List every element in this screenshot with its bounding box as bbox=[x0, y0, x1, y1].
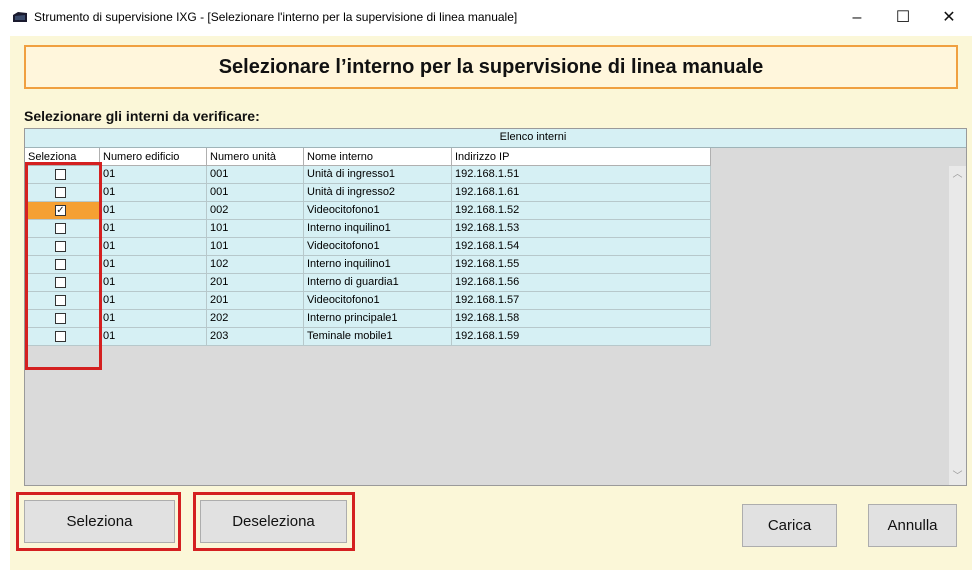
cell-building: 01 bbox=[100, 166, 207, 184]
ixg-app-icon bbox=[13, 12, 27, 22]
table-row[interactable]: 01 101 Videocitofono1 192.168.1.54 bbox=[25, 238, 711, 256]
column-header-building[interactable]: Numero edificio bbox=[100, 148, 207, 166]
title-bar: Strumento di supervisione IXG - [Selezio… bbox=[0, 0, 972, 36]
scroll-up-icon[interactable]: ︿ bbox=[949, 166, 966, 183]
cell-name: Videocitofono1 bbox=[304, 292, 452, 310]
maximize-button[interactable]: ☐ bbox=[880, 4, 926, 32]
page-title: Selezionare l’interno per la supervision… bbox=[218, 56, 764, 78]
cell-building: 01 bbox=[100, 292, 207, 310]
select-button-highlight bbox=[16, 492, 181, 551]
close-button[interactable]: ✕ bbox=[926, 4, 972, 32]
checkbox-column-highlight bbox=[25, 162, 102, 370]
instructions-label: Selezionare gli interni da verificare: bbox=[24, 108, 260, 124]
cell-building: 01 bbox=[100, 310, 207, 328]
cell-building: 01 bbox=[100, 202, 207, 220]
column-header-name[interactable]: Nome interno bbox=[304, 148, 452, 166]
extensions-grid: Elenco interni Seleziona Numero edificio… bbox=[24, 128, 967, 486]
group-header-label: Elenco interni bbox=[499, 131, 567, 143]
deselect-button-highlight bbox=[193, 492, 355, 551]
cell-unit: 201 bbox=[207, 274, 304, 292]
cell-unit: 101 bbox=[207, 238, 304, 256]
cell-unit: 201 bbox=[207, 292, 304, 310]
cell-ip: 192.168.1.55 bbox=[452, 256, 711, 274]
column-header-ip[interactable]: Indirizzo IP bbox=[452, 148, 711, 166]
cell-building: 01 bbox=[100, 256, 207, 274]
table-row[interactable]: 01 102 Interno inquilino1 192.168.1.55 bbox=[25, 256, 711, 274]
cell-name: Interno di guardia1 bbox=[304, 274, 452, 292]
cell-ip: 192.168.1.56 bbox=[452, 274, 711, 292]
vertical-scrollbar[interactable]: ︿ ﹀ bbox=[949, 166, 966, 485]
load-button[interactable]: Carica bbox=[742, 504, 837, 547]
page-header: Selezionare l’interno per la supervision… bbox=[24, 45, 958, 89]
table-row[interactable]: 01 201 Interno di guardia1 192.168.1.56 bbox=[25, 274, 711, 292]
cell-building: 01 bbox=[100, 274, 207, 292]
scroll-down-icon[interactable]: ﹀ bbox=[949, 468, 966, 485]
cell-unit: 101 bbox=[207, 220, 304, 238]
cell-name: Unità di ingresso1 bbox=[304, 166, 452, 184]
cell-unit: 202 bbox=[207, 310, 304, 328]
cell-name: Unità di ingresso2 bbox=[304, 184, 452, 202]
cell-ip: 192.168.1.61 bbox=[452, 184, 711, 202]
cell-building: 01 bbox=[100, 328, 207, 346]
cell-unit: 002 bbox=[207, 202, 304, 220]
cell-ip: 192.168.1.54 bbox=[452, 238, 711, 256]
cell-name: Teminale mobile1 bbox=[304, 328, 452, 346]
table-row[interactable]: 01 203 Teminale mobile1 192.168.1.59 bbox=[25, 328, 711, 346]
table-row[interactable]: 01 201 Videocitofono1 192.168.1.57 bbox=[25, 292, 711, 310]
cell-building: 01 bbox=[100, 184, 207, 202]
cell-building: 01 bbox=[100, 238, 207, 256]
cell-unit: 001 bbox=[207, 184, 304, 202]
cell-building: 01 bbox=[100, 220, 207, 238]
cell-ip: 192.168.1.52 bbox=[452, 202, 711, 220]
window-title: Strumento di supervisione IXG - [Selezio… bbox=[34, 10, 518, 24]
cell-name: Interno principale1 bbox=[304, 310, 452, 328]
table-row[interactable]: 01 101 Interno inquilino1 192.168.1.53 bbox=[25, 220, 711, 238]
column-header-unit[interactable]: Numero unità bbox=[207, 148, 304, 166]
cell-ip: 192.168.1.53 bbox=[452, 220, 711, 238]
cell-ip: 192.168.1.57 bbox=[452, 292, 711, 310]
cell-ip: 192.168.1.51 bbox=[452, 166, 711, 184]
cancel-button[interactable]: Annulla bbox=[868, 504, 957, 547]
cell-unit: 102 bbox=[207, 256, 304, 274]
cell-name: Videocitofono1 bbox=[304, 202, 452, 220]
dialog-body: Selezionare l’interno per la supervision… bbox=[10, 36, 972, 570]
group-header: Elenco interni bbox=[25, 129, 966, 148]
table-row[interactable]: 01 001 Unità di ingresso1 192.168.1.51 bbox=[25, 166, 711, 184]
cell-unit: 203 bbox=[207, 328, 304, 346]
cell-name: Videocitofono1 bbox=[304, 238, 452, 256]
cell-unit: 001 bbox=[207, 166, 304, 184]
cell-ip: 192.168.1.59 bbox=[452, 328, 711, 346]
table-row[interactable]: ✓ 01 002 Videocitofono1 192.168.1.52 bbox=[25, 202, 711, 220]
minimize-button[interactable]: – bbox=[834, 4, 880, 32]
table-row[interactable]: 01 001 Unità di ingresso2 192.168.1.61 bbox=[25, 184, 711, 202]
cell-name: Interno inquilino1 bbox=[304, 220, 452, 238]
cell-ip: 192.168.1.58 bbox=[452, 310, 711, 328]
table-row[interactable]: 01 202 Interno principale1 192.168.1.58 bbox=[25, 310, 711, 328]
cell-name: Interno inquilino1 bbox=[304, 256, 452, 274]
